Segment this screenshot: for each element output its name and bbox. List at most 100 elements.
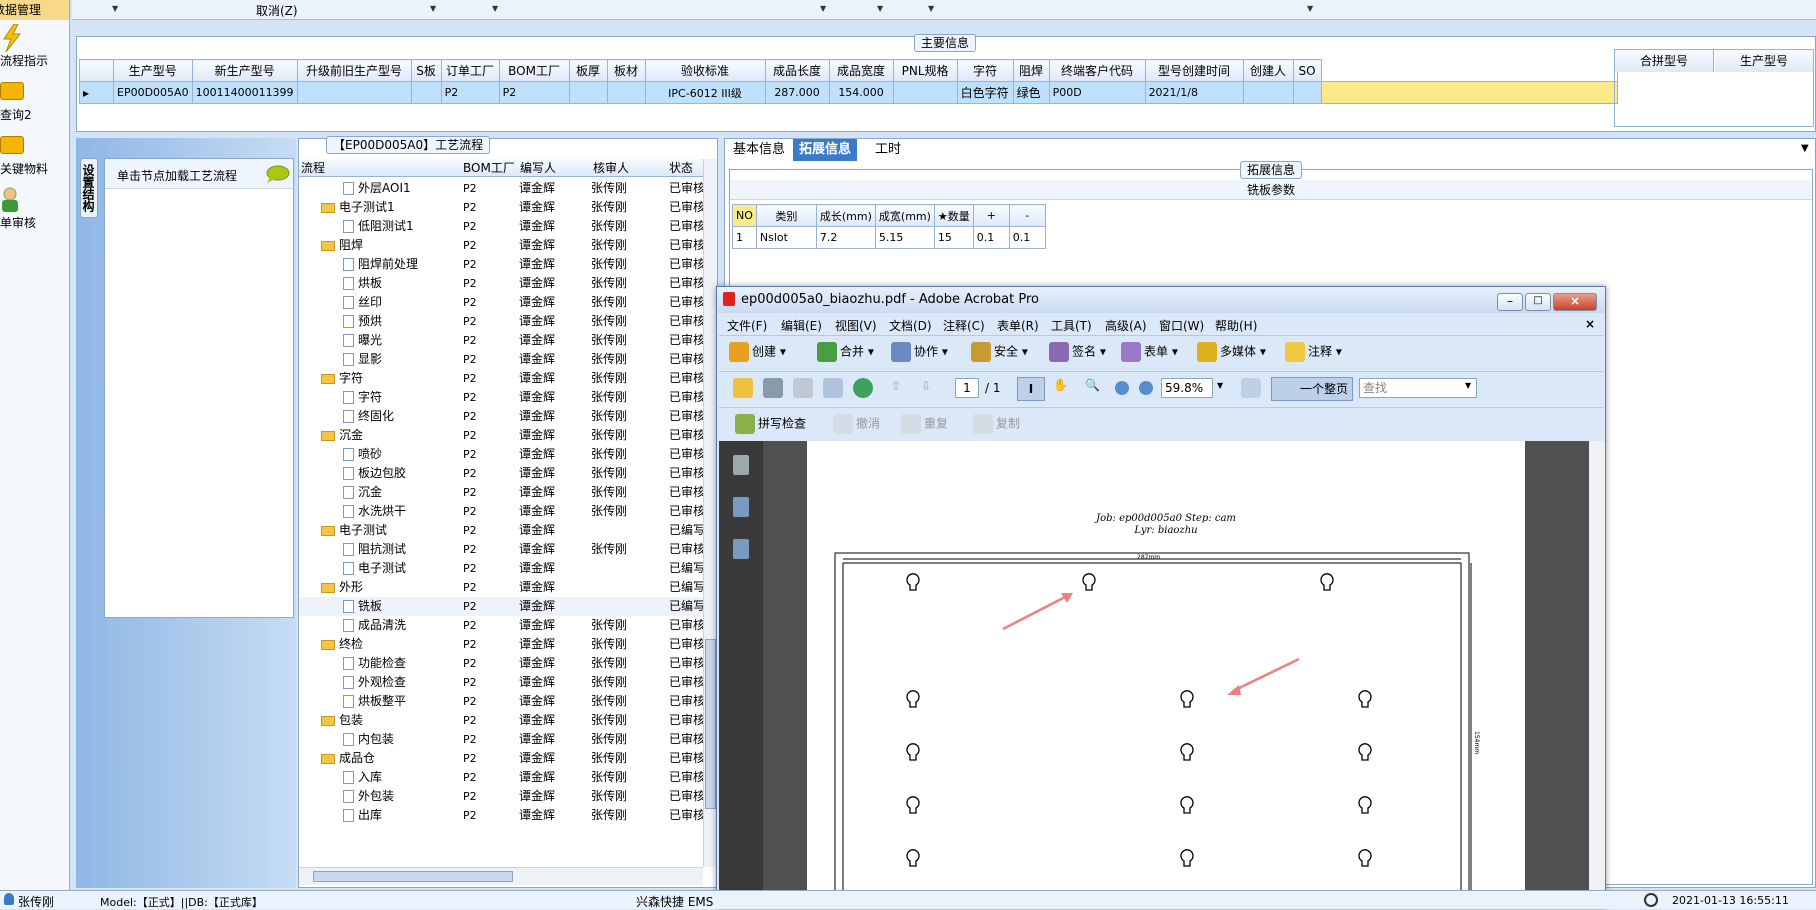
table-cell[interactable]: 0.1 (1008, 226, 1046, 249)
flow-row[interactable]: 外观检查 P2 谭金辉 张传刚 已审核 (299, 673, 703, 692)
web-icon[interactable] (853, 378, 873, 398)
search-input[interactable]: 查找 (1359, 378, 1477, 398)
menu-advanced[interactable]: 高级(A) (1105, 317, 1147, 334)
flow-group[interactable]: 电子测试1 (321, 198, 395, 217)
table-cell[interactable]: Nslot (755, 226, 817, 249)
copy-button[interactable]: 复制 (973, 414, 1020, 434)
menu-document[interactable]: 文档(D) (889, 317, 932, 334)
scroll-thumb[interactable] (705, 639, 716, 809)
flow-step[interactable]: 阻焊前处理 (343, 255, 418, 274)
table-cell[interactable]: 10011400011399 (191, 81, 298, 104)
nav-item-audit[interactable]: 单审核 (0, 182, 69, 236)
column-header[interactable]: 成品宽度 (828, 59, 894, 82)
table-cell[interactable] (296, 81, 412, 104)
column-header[interactable]: 板材 (606, 59, 646, 82)
column-header[interactable]: 成宽(mm) (874, 204, 935, 227)
flow-step[interactable]: 水洗烘干 (343, 502, 406, 521)
column-header[interactable]: 字符 (956, 59, 1014, 82)
flow-step[interactable]: 入库 (343, 768, 382, 787)
column-header[interactable]: 新生产型号 (191, 59, 298, 82)
flow-step[interactable]: 成品清洗 (343, 616, 406, 635)
nav-item-flow[interactable]: 流程指示 (0, 20, 69, 74)
vertical-scrollbar[interactable] (703, 159, 717, 867)
chevron-down-icon[interactable]: ▼ (1801, 143, 1809, 154)
sign-button[interactable]: 签名 ▾ (1049, 342, 1106, 362)
flow-step[interactable]: 终固化 (343, 407, 394, 426)
flow-row[interactable]: 外层AOI1 P2 谭金辉 张传刚 已审核 (299, 179, 703, 198)
flow-row[interactable]: 终检 P2 谭金辉 张传刚 已审核 (299, 635, 703, 654)
chevron-down-icon[interactable]: ▼ (112, 4, 118, 13)
multimedia-button[interactable]: 多媒体 ▾ (1197, 342, 1266, 362)
flow-group[interactable]: 阻焊 (321, 236, 363, 255)
flow-row[interactable]: 阻焊前处理 P2 谭金辉 张传刚 已审核 (299, 255, 703, 274)
column-header[interactable]: NO (732, 204, 757, 227)
flow-row[interactable]: 成品仓 P2 谭金辉 张传刚 已审核 (299, 749, 703, 768)
flow-step[interactable]: 电子测试 (343, 559, 406, 578)
table-cell[interactable]: 15 (933, 226, 974, 249)
column-header[interactable]: 阻焊 (1012, 59, 1050, 82)
flow-row[interactable]: 喷砂 P2 谭金辉 张传刚 已审核 (299, 445, 703, 464)
arrow-up-icon[interactable]: ⇧ (891, 379, 901, 393)
column-header[interactable]: 订单工厂 (440, 59, 500, 82)
column-header[interactable]: BOM工厂 (463, 159, 515, 177)
table-cell[interactable]: 5.15 (874, 226, 935, 249)
table-cell[interactable]: 白色字符 (956, 81, 1014, 104)
chevron-down-icon[interactable]: ▼ (492, 4, 498, 13)
flow-group[interactable]: 包装 (321, 711, 363, 730)
menu-help[interactable]: 帮助(H) (1215, 317, 1257, 334)
flow-row[interactable]: 电子测试1 P2 谭金辉 张传刚 已审核 (299, 198, 703, 217)
open-icon[interactable] (733, 378, 753, 398)
column-header[interactable]: 板厚 (568, 59, 608, 82)
column-header[interactable]: 生产型号 (113, 59, 193, 82)
flow-step[interactable]: 字符 (343, 388, 382, 407)
column-header[interactable]: 型号创建时间 (1144, 59, 1244, 82)
flow-row[interactable]: 内包装 P2 谭金辉 张传刚 已审核 (299, 730, 703, 749)
column-header[interactable]: 成品长度 (764, 59, 830, 82)
flow-row[interactable]: 阻焊 P2 谭金辉 张传刚 已审核 (299, 236, 703, 255)
column-header[interactable]: PNL规格 (892, 59, 958, 82)
column-header[interactable]: 流程 (301, 159, 325, 177)
column-header[interactable]: S板 (410, 59, 442, 82)
title-bar[interactable]: ep00d005a0_biaozhu.pdf - Adobe Acrobat P… (717, 287, 1605, 313)
flow-row[interactable]: 出库 P2 谭金辉 张传刚 已审核 (299, 806, 703, 825)
column-header[interactable]: 验收标准 (644, 59, 766, 82)
chevron-down-icon[interactable]: ▼ (820, 4, 826, 13)
flow-step[interactable]: 烘板 (343, 274, 382, 293)
email-icon[interactable] (823, 378, 843, 398)
comment-button[interactable]: 注释 ▾ (1285, 342, 1342, 362)
table-cell[interactable]: 287.000 (764, 81, 830, 104)
collaborate-button[interactable]: 协作 ▾ (891, 342, 948, 362)
table-cell[interactable] (1292, 81, 1322, 104)
doc-scrollbar[interactable] (1589, 441, 1605, 909)
close-button[interactable]: × (1553, 293, 1597, 311)
spellcheck-button[interactable]: 拼写检查 (735, 414, 806, 434)
security-button[interactable]: 安全 ▾ (971, 342, 1028, 362)
flow-step[interactable]: 喷砂 (343, 445, 382, 464)
table-cell[interactable]: P2 (498, 81, 570, 104)
flow-step[interactable]: 低阻测试1 (343, 217, 414, 236)
flow-row[interactable]: 电子测试 P2 谭金辉 已编写 (299, 521, 703, 540)
flow-group[interactable]: 外形 (321, 578, 363, 597)
flow-row[interactable]: 铣板 P2 谭金辉 已编写 (299, 597, 703, 616)
zoom-tool-icon[interactable]: 🔍 (1085, 378, 1100, 392)
zoom-input[interactable]: 59.8% (1161, 378, 1213, 398)
menu-view[interactable]: 视图(V) (835, 317, 877, 334)
flow-step[interactable]: 阻抗测试 (343, 540, 406, 559)
flow-row[interactable]: 包装 P2 谭金辉 张传刚 已审核 (299, 711, 703, 730)
column-header[interactable]: 核审人 (593, 159, 629, 177)
column-header[interactable]: 终端客户代码 (1048, 59, 1146, 82)
table-cell[interactable]: 1 (732, 226, 757, 249)
menu-edit[interactable]: 编辑(E) (781, 317, 822, 334)
tab-extended[interactable]: 拓展信息 (793, 139, 858, 161)
column-header[interactable]: 编写人 (520, 159, 556, 177)
flow-row[interactable]: 烘板整平 P2 谭金辉 张传刚 已审核 (299, 692, 703, 711)
flow-row[interactable]: 沉金 P2 谭金辉 张传刚 已审核 (299, 483, 703, 502)
flow-step[interactable]: 板边包胶 (343, 464, 406, 483)
flow-step[interactable]: 预烘 (343, 312, 382, 331)
flow-row[interactable]: 丝印 P2 谭金辉 张传刚 已审核 (299, 293, 703, 312)
hand-icon[interactable]: ✋ (1053, 378, 1068, 392)
table-cell[interactable]: 2021/1/8 (1144, 81, 1244, 104)
table-cell[interactable]: 绿色 (1012, 81, 1050, 104)
column-header[interactable]: 升级前旧生产型号 (296, 59, 412, 82)
flow-group[interactable]: 电子测试 (321, 521, 387, 540)
